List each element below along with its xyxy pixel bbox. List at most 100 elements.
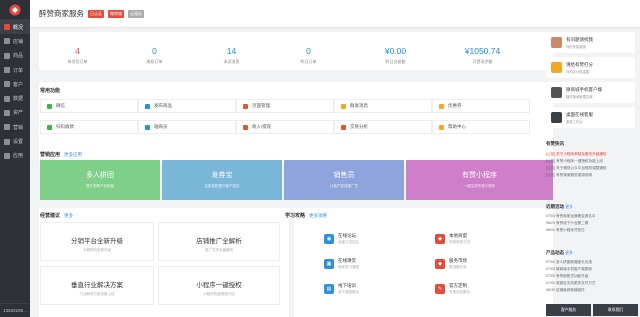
function-page-manage[interactable]: 页面管理	[236, 99, 334, 113]
suggestion-card[interactable]: 小程序一键授权 小程序快速授权开店	[158, 266, 280, 305]
function-publish-goods[interactable]: 发布商品	[138, 99, 236, 113]
product-item[interactable]: 07/04 多人拼团新增团长优惠	[546, 260, 638, 265]
stat-label: 可提现余额	[472, 59, 493, 64]
function-coupon[interactable]: 优惠券	[432, 99, 530, 113]
news-item[interactable]: [公告] 关于微信公众平台规则调整通知	[546, 166, 638, 171]
sidebar-item-label: 客户	[13, 81, 24, 88]
banner-title: 有赞小程序	[462, 172, 497, 179]
product-item[interactable]: 07/01 收银台支持更多支付方式	[546, 281, 638, 286]
banner-salesperson[interactable]: 销售员 让客户变成推广员	[284, 160, 404, 200]
sidebar-item-overview[interactable]: 概况	[0, 20, 30, 35]
suggestion-card[interactable]: 分销平台全新升级 分佣机制全新升级	[40, 222, 154, 261]
guide-title: 本地商盟	[449, 233, 467, 238]
sidebar-item-label: 店铺	[13, 38, 24, 45]
card-subtitle: 客服工作台	[566, 119, 583, 124]
customer-service-button[interactable]: 客户服务	[546, 304, 591, 316]
card-title: 微商城手机客户端	[566, 86, 602, 92]
banner-miniprogram[interactable]: 有赞小程序 一键生成专属小程序	[406, 160, 553, 200]
banner-subtitle: 拉新复购提升客户粘性	[204, 184, 240, 188]
status-badge: 微商城	[108, 9, 124, 18]
suggestion-card[interactable]: 垂直行业解决方案 行业解决方案全新上线	[40, 266, 154, 305]
suggestion-subtitle: 推广方式全面解析	[205, 248, 233, 252]
guide-subtitle: 同城商家交流	[449, 240, 470, 244]
news-item[interactable]: [公告] 有赞小程序一键授权功能上线	[546, 159, 638, 164]
person-icon	[145, 124, 150, 130]
stat-unread-messages[interactable]: 14 未读消息	[193, 46, 270, 65]
phone-icon	[551, 87, 562, 98]
function-mass-message[interactable]: 群发消息	[334, 99, 432, 113]
sidebar-item-settings[interactable]: 设置	[0, 134, 30, 148]
logo-icon	[9, 4, 21, 15]
activity-item[interactable]: 07/04 有赞商家运营峰会报名中	[546, 214, 638, 219]
section-title-recent: 近期活动 更多	[546, 204, 573, 209]
product-item[interactable]: 06/30 店铺装修新增组件	[546, 288, 638, 293]
function-label: 扫码收款	[56, 124, 74, 129]
assets-icon	[4, 109, 10, 116]
header: 醉赞商家服务 已认证 微商城 云服务	[30, 0, 640, 28]
function-trade-analysis[interactable]: 交易分析	[334, 120, 432, 134]
right-panel: 有问题请找我 你的专属客服 请给有赞打分 你的评价很重要 微商城手机客户端 随时随地管…	[546, 28, 640, 317]
card-desktop-service[interactable]: 桌面在线客服 客服工作台	[546, 107, 635, 128]
sidebar-item-customers[interactable]: 客户	[0, 77, 30, 91]
stat-rights-orders[interactable]: 0 维权订单	[116, 46, 193, 65]
local-icon: ◆	[435, 234, 445, 244]
guide-service-market[interactable]: ◆ 服务市场 精选服务商	[435, 258, 467, 270]
sidebar-item-shop[interactable]: 店铺	[0, 34, 30, 48]
suggestion-subtitle: 行业解决方案全新上线	[79, 292, 115, 296]
marketing-icon	[4, 124, 10, 131]
suggestion-subtitle: 小程序快速授权开店	[203, 292, 235, 296]
guide-custom[interactable]: ✎ 官方定制 专属定制服务	[435, 283, 470, 295]
news-item[interactable]: [公告] 关于小程序审核及服务升级通知	[546, 152, 638, 157]
sidebar-item-marketing[interactable]: 营销	[0, 120, 30, 134]
function-wechat[interactable]: 微信	[40, 99, 138, 113]
card-rate[interactable]: 请给有赞打分 你的评价很重要	[546, 57, 635, 78]
guide-title: 在线论坛	[338, 233, 356, 238]
stat-value: ¥1050.74	[464, 46, 501, 56]
goods-icon	[4, 52, 10, 59]
function-help[interactable]: 帮助中心	[432, 120, 530, 134]
function-withdraw[interactable]: 收入/提现	[236, 120, 334, 134]
card-mobile-client[interactable]: 微商城手机客户端 随时随地管理店铺	[546, 82, 635, 103]
sidebar-item-goods[interactable]: 商品	[0, 49, 30, 63]
function-salesperson[interactable]: 轴商员	[138, 120, 236, 134]
guide-local[interactable]: ◆ 本地商盟同城商家交流	[435, 233, 470, 245]
sidebar-item-data[interactable]: 数据	[0, 91, 30, 105]
stat-label: 昨日交易额	[385, 59, 406, 64]
sidebar-item-label: 应用	[13, 153, 24, 160]
sidebar-item-label: 营销	[13, 124, 24, 131]
card-subtitle: 你的评价很重要	[566, 69, 590, 74]
contact-button[interactable]: 联系我们	[593, 304, 638, 316]
banner-coupon[interactable]: 发券宝 拉新复购提升客户粘性	[162, 160, 282, 200]
more-link[interactable]: 更多	[565, 205, 573, 209]
more-guides-link[interactable]: 更多攻略	[309, 213, 327, 218]
sidebar: 概况 店铺 商品 订单 客户 数据 资产 营销 设置 应用 13622192..…	[0, 0, 30, 317]
more-link[interactable]: 更多	[565, 251, 573, 255]
banner-group-buy[interactable]: 多人拼团 提升关联产品销量	[40, 160, 160, 200]
stat-yesterday-orders[interactable]: 0 昨日订单	[270, 46, 347, 65]
product-item[interactable]: 07/03 微商城手机客户端更新	[546, 267, 638, 272]
function-label: 微信	[56, 103, 65, 108]
activity-item[interactable]: 06/23 有赞线下沙龙第二期	[546, 221, 638, 226]
guide-forum[interactable]: ◉ 在线论坛 运营交流社区	[324, 233, 359, 245]
activity-item[interactable]: 06/01 有赞小程序开放日	[546, 228, 638, 233]
more-apps-link[interactable]: 更多应用	[64, 152, 82, 157]
stat-withdrawable-balance[interactable]: ¥1050.74 可提现余额	[444, 46, 521, 65]
data-icon	[4, 95, 10, 102]
product-item[interactable]: 07/02 有赞销售员功能升级	[546, 274, 638, 279]
guide-training[interactable]: ▤ 线下培训 线下课程报名	[324, 283, 359, 295]
training-icon: ▤	[324, 284, 334, 294]
stat-pending-shipment[interactable]: 4 待发货订单	[39, 46, 116, 65]
sidebar-item-apps[interactable]: 应用	[0, 149, 30, 163]
sidebar-item-assets[interactable]: 资产	[0, 106, 30, 120]
user-account[interactable]: 13622192...	[0, 303, 30, 317]
news-item[interactable]: [公告] 有赞商家服务费用说明	[546, 173, 638, 178]
apps-icon	[4, 152, 10, 159]
guide-classroom[interactable]: ▣ 在线课堂 商家学习课程	[324, 258, 359, 270]
card-contact[interactable]: 有问题请找我 你的专属客服	[546, 32, 635, 53]
stat-yesterday-revenue[interactable]: ¥0.00 昨日交易额	[357, 46, 434, 65]
stat-value: 0	[306, 46, 311, 56]
sidebar-item-orders[interactable]: 订单	[0, 63, 30, 77]
suggestion-card[interactable]: 店铺推广全解析 推广方式全面解析	[158, 222, 280, 261]
more-link[interactable]: 更多	[64, 213, 73, 218]
function-scan-pay[interactable]: 扫码收款	[40, 120, 138, 134]
